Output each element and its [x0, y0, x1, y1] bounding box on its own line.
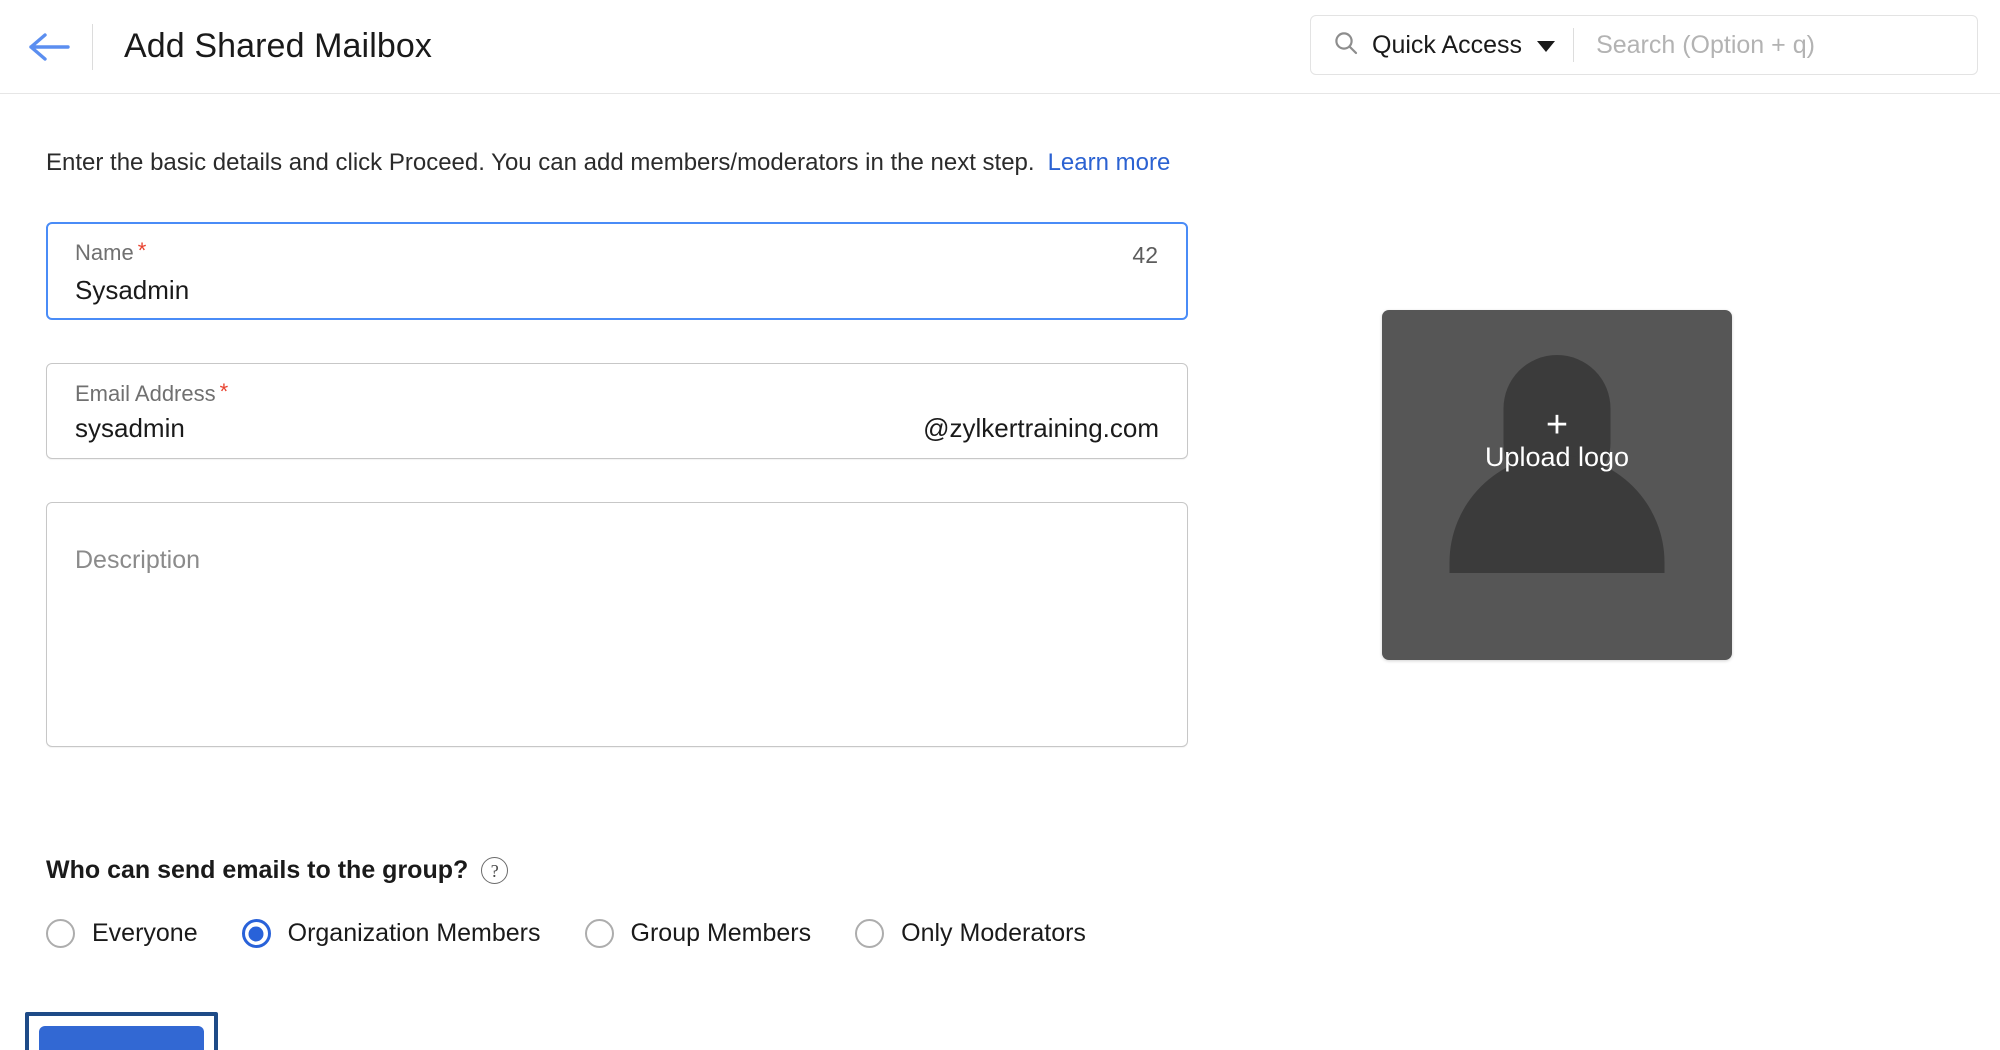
- chevron-down-icon: [1537, 41, 1555, 52]
- name-field[interactable]: Name* 42: [46, 222, 1188, 320]
- proceed-focus-ring: Proceed: [25, 1012, 218, 1050]
- header-divider: [92, 24, 93, 70]
- search-icon: [1333, 30, 1359, 61]
- permission-question-row: Who can send emails to the group? ?: [46, 856, 508, 885]
- radio-circle-selected-icon: [242, 919, 271, 948]
- radio-circle-icon: [585, 919, 614, 948]
- description-field[interactable]: Description: [46, 502, 1188, 747]
- radio-label: Only Moderators: [901, 919, 1086, 948]
- upload-logo-button[interactable]: + Upload logo: [1382, 310, 1732, 660]
- description-textarea[interactable]: [47, 503, 1187, 746]
- form-column: Name* 42 Email Address* @zylkertraining.…: [46, 222, 1188, 747]
- permission-radio-group: Everyone Organization Members Group Memb…: [46, 919, 1130, 948]
- name-field-label: Name*: [75, 240, 146, 266]
- radio-option-organization-members[interactable]: Organization Members: [242, 919, 541, 948]
- intro-sentence: Enter the basic details and click Procee…: [46, 149, 1035, 176]
- radio-option-only-moderators[interactable]: Only Moderators: [855, 919, 1086, 948]
- page-title: Add Shared Mailbox: [124, 27, 432, 66]
- radio-label: Group Members: [631, 919, 812, 948]
- radio-option-everyone[interactable]: Everyone: [46, 919, 198, 948]
- radio-circle-icon: [46, 919, 75, 948]
- search-input[interactable]: [1574, 16, 1977, 74]
- radio-label: Organization Members: [288, 919, 541, 948]
- plus-icon: +: [1382, 406, 1732, 444]
- back-button[interactable]: [22, 20, 76, 74]
- app-header: Add Shared Mailbox Quick Access: [0, 0, 2000, 94]
- email-field[interactable]: Email Address* @zylkertraining.com: [46, 363, 1188, 459]
- help-circle-icon[interactable]: ?: [481, 857, 508, 884]
- radio-option-group-members[interactable]: Group Members: [585, 919, 812, 948]
- quick-access-dropdown[interactable]: Quick Access: [1311, 16, 1573, 74]
- required-asterisk: *: [138, 238, 147, 263]
- name-label-text: Name: [75, 240, 134, 265]
- intro-text: Enter the basic details and click Procee…: [46, 149, 1170, 177]
- radio-label: Everyone: [92, 919, 198, 948]
- upload-logo-caption: Upload logo: [1382, 442, 1732, 473]
- quick-access-label: Quick Access: [1372, 31, 1522, 60]
- email-label-text: Email Address: [75, 381, 216, 406]
- email-field-label: Email Address*: [75, 381, 228, 407]
- email-input[interactable]: [75, 413, 775, 444]
- name-char-counter: 42: [1132, 242, 1158, 269]
- name-input[interactable]: [75, 275, 775, 306]
- radio-circle-icon: [855, 919, 884, 948]
- email-domain-suffix: @zylkertraining.com: [923, 413, 1159, 444]
- permission-question: Who can send emails to the group?: [46, 856, 468, 885]
- search-bar: Quick Access: [1310, 15, 1978, 75]
- proceed-button[interactable]: Proceed: [39, 1026, 204, 1050]
- learn-more-link[interactable]: Learn more: [1048, 149, 1171, 176]
- required-asterisk: *: [220, 379, 229, 404]
- arrow-left-icon: [28, 30, 70, 64]
